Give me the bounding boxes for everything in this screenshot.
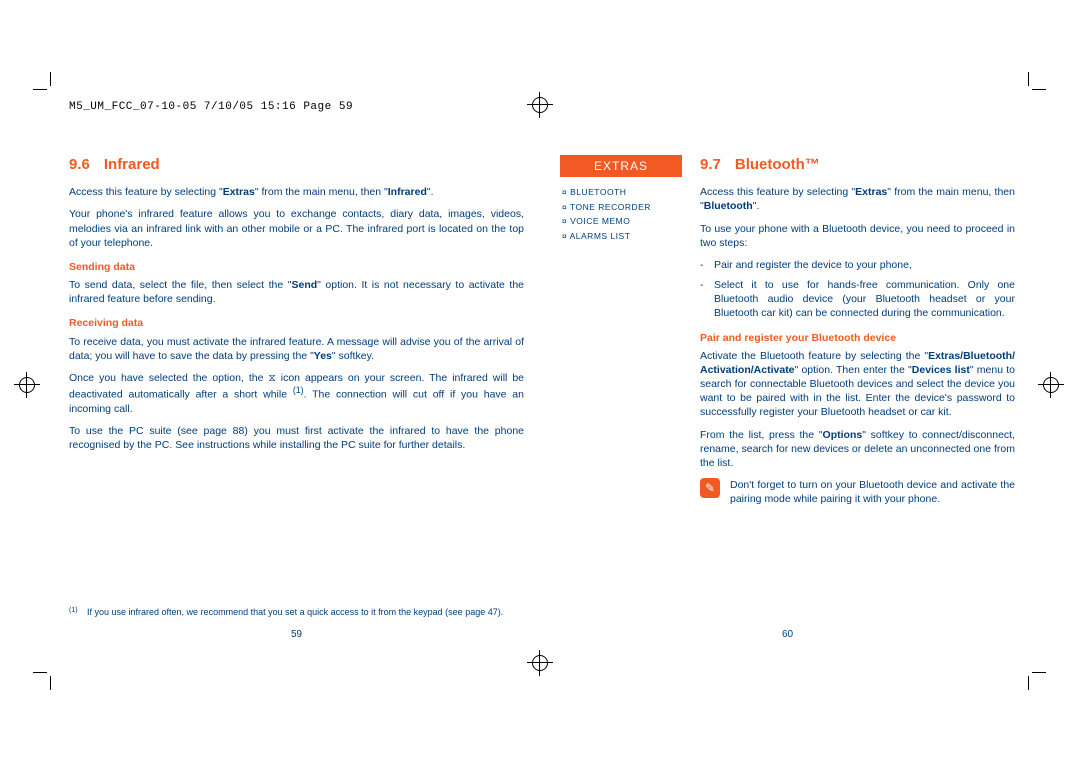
bluetooth-step-1: - Pair and register the device to your p… [700, 258, 1015, 272]
heading-receiving-data: Receiving data [69, 316, 524, 330]
receiving-data-text: To receive data, you must activate the i… [69, 335, 524, 363]
extras-item-bluetooth: ¤ BLUETOOTH [562, 185, 680, 199]
crop-mark-icon [33, 72, 51, 90]
registration-mark-icon [527, 650, 553, 676]
infrared-access: Access this feature by selecting "Extras… [69, 185, 524, 199]
crop-mark-icon [33, 672, 51, 690]
registration-mark-icon [1038, 372, 1064, 398]
bluetooth-column: 9.7Bluetooth™ Access this feature by sel… [700, 155, 1015, 507]
footnote-ref: (1) [293, 385, 304, 395]
bluetooth-note: ✎ Don't forget to turn on your Bluetooth… [700, 478, 1015, 506]
infrared-icon: ⧖ [268, 372, 275, 384]
heading-pair-register: Pair and register your Bluetooth device [700, 331, 1015, 345]
options-text: From the list, press the "Options" softk… [700, 428, 1015, 471]
footnote-1: (1) If you use infrared often, we recomm… [69, 606, 524, 618]
bluetooth-access: Access this feature by selecting "Extras… [700, 185, 1015, 213]
extras-item-alarms-list: ¤ ALARMS LIST [562, 229, 680, 243]
extras-item-tone-recorder: ¤ TONE RECORDER [562, 200, 680, 214]
crop-mark-icon [1028, 672, 1046, 690]
extras-item-voice-memo: ¤ VOICE MEMO [562, 214, 680, 228]
receiving-data-text-2: Once you have selected the option, the ⧖… [69, 371, 524, 416]
crop-mark-icon [1028, 72, 1046, 90]
page-left: 9.6Infrared Access this feature by selec… [69, 155, 524, 460]
bluetooth-steps-intro: To use your phone with a Bluetooth devic… [700, 222, 1015, 250]
pair-register-text: Activate the Bluetooth feature by select… [700, 349, 1015, 420]
bluetooth-step-2: - Select it to use for hands-free commun… [700, 278, 1015, 321]
print-header: M5_UM_FCC_07-10-05 7/10/05 15:16 Page 59 [69, 100, 353, 115]
section-heading-infrared: 9.6Infrared [69, 155, 524, 175]
infrared-desc: Your phone's infrared feature allows you… [69, 207, 524, 250]
registration-mark-icon [14, 372, 40, 398]
registration-mark-icon [527, 92, 553, 118]
extras-menu-list: ¤ BLUETOOTH ¤ TONE RECORDER ¤ VOICE MEMO… [560, 177, 682, 243]
page-number-right: 60 [560, 628, 1015, 642]
extras-menu-box: EXTRAS ¤ BLUETOOTH ¤ TONE RECORDER ¤ VOI… [560, 155, 682, 243]
pc-suite-text: To use the PC suite (see page 88) you mu… [69, 424, 524, 452]
note-icon: ✎ [700, 478, 720, 498]
section-heading-bluetooth: 9.7Bluetooth™ [700, 155, 1015, 175]
heading-sending-data: Sending data [69, 260, 524, 274]
sending-data-text: To send data, select the file, then sele… [69, 278, 524, 306]
manual-spread: M5_UM_FCC_07-10-05 7/10/05 15:16 Page 59… [0, 0, 1080, 763]
page-right: EXTRAS ¤ BLUETOOTH ¤ TONE RECORDER ¤ VOI… [560, 155, 1015, 507]
extras-menu-title: EXTRAS [560, 155, 682, 177]
page-number-left: 59 [69, 628, 524, 642]
